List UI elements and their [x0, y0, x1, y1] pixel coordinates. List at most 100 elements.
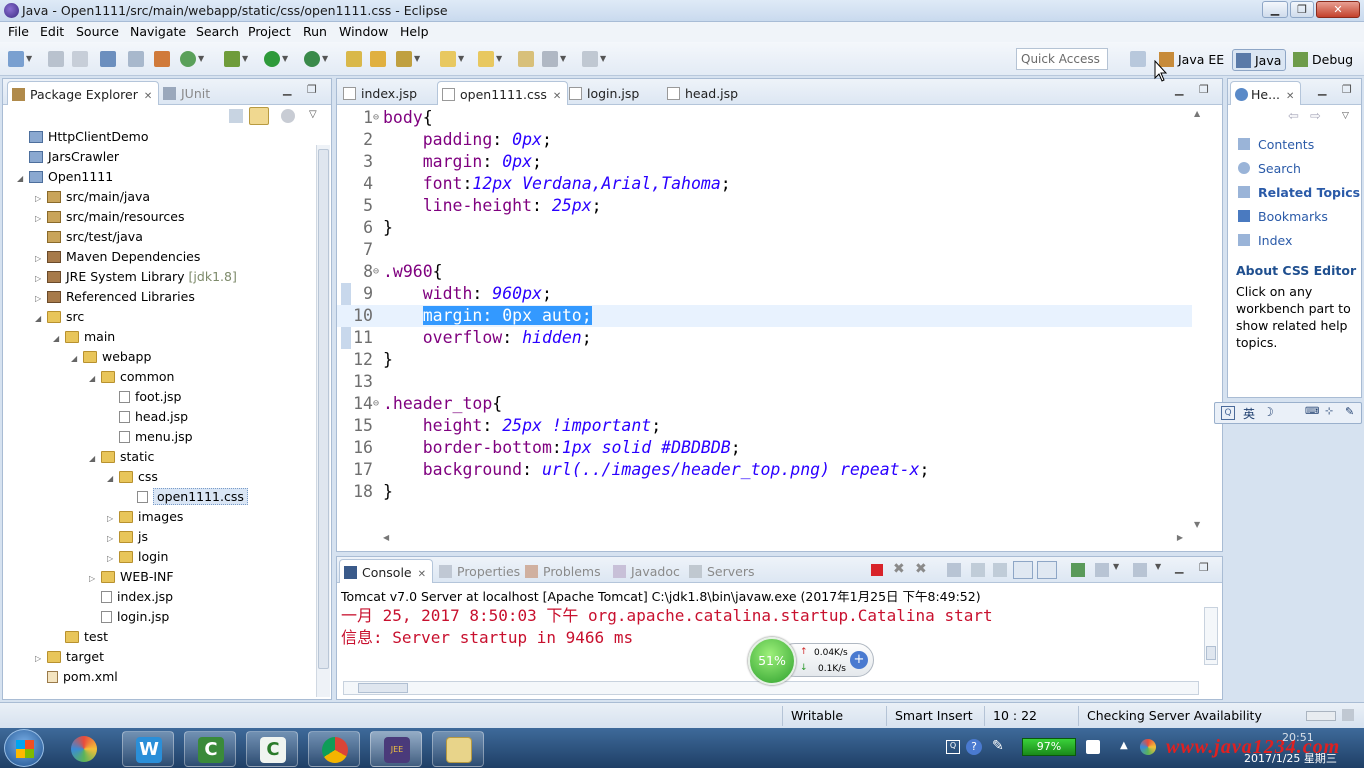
taskbar-app-gallery[interactable] [58, 731, 110, 767]
minimize-view-icon[interactable]: ▁ [283, 83, 291, 96]
horizontal-scrollbar[interactable]: ◀ ▶ [383, 533, 1183, 545]
code-line[interactable]: 3 margin: 0px; [337, 151, 1192, 173]
chevron-down-icon[interactable]: ▼ [560, 51, 570, 67]
view-menu-icon[interactable] [281, 109, 295, 123]
tree-item[interactable]: test [53, 627, 108, 647]
tree-item[interactable]: ▷ Maven Dependencies [35, 247, 200, 267]
tab-head-jsp[interactable]: head.jsp [663, 81, 744, 105]
start-button[interactable] [4, 729, 44, 767]
chevron-down-icon[interactable]: ▼ [414, 51, 424, 67]
back-arrow-icon[interactable]: ⇦ [1288, 109, 1299, 124]
quick-access-input[interactable]: Quick Access [1016, 48, 1108, 70]
minimize-view-icon[interactable]: ▁ [1318, 83, 1326, 96]
code-line[interactable]: 11 overflow: hidden; [337, 327, 1192, 349]
chevron-down-icon[interactable]: ▼ [600, 51, 610, 67]
help-link-search[interactable]: Search [1238, 157, 1360, 181]
code-line[interactable]: 10 margin: 0px auto; [337, 305, 1192, 327]
scroll-down-icon[interactable]: ▼ [1194, 520, 1200, 529]
collapsed-arrow-icon[interactable]: ▷ [35, 209, 47, 229]
tab-javadoc[interactable]: Javadoc [609, 559, 686, 583]
tray-app-icon[interactable] [1140, 739, 1156, 755]
fold-icon[interactable]: ⊖ [373, 261, 379, 283]
scroll-up-icon[interactable]: ▲ [1194, 109, 1200, 118]
chevron-down-icon[interactable]: ▼ [458, 51, 468, 67]
menu-file[interactable]: File [8, 24, 29, 39]
taskbar-app-chrome[interactable] [308, 731, 360, 767]
clear-console-icon[interactable] [947, 563, 961, 577]
pen-tray-icon[interactable]: ✎ [992, 738, 1004, 754]
close-icon[interactable]: ✕ [553, 91, 561, 102]
collapsed-arrow-icon[interactable]: ▷ [35, 289, 47, 309]
open-folder-icon[interactable] [370, 51, 386, 67]
menu-window[interactable]: Window [339, 24, 388, 39]
expanded-arrow-icon[interactable]: ◢ [17, 169, 29, 189]
build-icon[interactable] [154, 51, 170, 67]
code-area[interactable]: 1 ⊖ body{2 padding: 0px; 3 margin: 0px; 4 fo… [337, 107, 1222, 527]
help-link-index[interactable]: Index [1238, 229, 1360, 253]
tab-properties[interactable]: Properties [435, 559, 526, 583]
close-button[interactable]: ✕ [1316, 1, 1360, 18]
chevron-down-icon[interactable]: ▼ [1155, 562, 1161, 571]
plus-icon[interactable]: + [850, 651, 868, 669]
ime-tray-icon[interactable]: Q [946, 740, 960, 754]
code-line[interactable]: 6} [337, 217, 1192, 239]
tree-item[interactable]: menu.jsp [107, 427, 193, 447]
back-icon[interactable] [542, 51, 558, 67]
code-line[interactable]: 12} [337, 349, 1192, 371]
terminate-icon[interactable] [871, 564, 883, 576]
tab-problems[interactable]: Problems [521, 559, 607, 583]
code-line[interactable]: 14 ⊖ .header_top{ [337, 393, 1192, 415]
chevron-down-icon[interactable]: ▼ [242, 51, 252, 67]
fold-icon[interactable]: ⊖ [373, 393, 379, 415]
maximize-editor-icon[interactable]: ❐ [1199, 83, 1209, 96]
network-speed-widget[interactable]: 51% ↑ 0.04K/s ↓ 0.1K/s + [748, 637, 876, 685]
scrollbar-thumb[interactable] [318, 149, 329, 669]
code-line[interactable]: 8 ⊖ .w960{ [337, 261, 1192, 283]
collapsed-arrow-icon[interactable]: ▷ [107, 529, 119, 549]
tree-item[interactable]: head.jsp [107, 407, 188, 427]
menu-edit[interactable]: Edit [40, 24, 64, 39]
tree-item[interactable]: ▷ login [107, 547, 168, 567]
menu-project[interactable]: Project [248, 24, 291, 39]
console-vertical-scrollbar[interactable] [1204, 607, 1218, 665]
remove-launch-icon[interactable]: ✖ [893, 561, 905, 577]
collapsed-arrow-icon[interactable]: ▷ [35, 649, 47, 669]
link-with-editor-icon[interactable] [249, 107, 269, 125]
help-tray-icon[interactable]: ? [966, 739, 982, 755]
tree-item[interactable]: ◢ common [89, 367, 174, 387]
expanded-arrow-icon[interactable]: ◢ [107, 469, 119, 489]
skip-breakpoints-icon[interactable] [128, 51, 144, 67]
close-icon[interactable]: ✕ [1286, 91, 1294, 102]
new-icon[interactable] [8, 51, 24, 67]
open-console-icon[interactable] [1133, 563, 1147, 577]
tree-item[interactable]: ◢ static [89, 447, 154, 467]
console-output[interactable]: 一月 25, 2017 8:50:03 下午 org.apache.catali… [341, 605, 993, 649]
code-line[interactable]: 1 ⊖ body{ [337, 107, 1192, 129]
chevron-down-icon[interactable]: ▽ [309, 109, 317, 120]
help-link-bookmarks[interactable]: Bookmarks [1238, 205, 1360, 229]
expanded-arrow-icon[interactable]: ◢ [71, 349, 83, 369]
tree-item[interactable]: ◢ src [35, 307, 84, 327]
code-line[interactable]: 18} [337, 481, 1192, 503]
collapsed-arrow-icon[interactable]: ▷ [35, 189, 47, 209]
menu-navigate[interactable]: Navigate [130, 24, 186, 39]
tree-item[interactable]: pom.xml [35, 667, 118, 687]
tree-item[interactable]: ▷ WEB-INF [89, 567, 174, 587]
ime-language[interactable]: 英 [1243, 405, 1255, 422]
collapsed-arrow-icon[interactable]: ▷ [107, 509, 119, 529]
last-edit-icon[interactable] [518, 51, 534, 67]
scrollbar-thumb[interactable] [1206, 646, 1216, 660]
help-link-related-topics[interactable]: Related Topics [1238, 181, 1360, 205]
progress-bar[interactable] [1306, 711, 1336, 721]
tab-junit[interactable]: JUnit [159, 81, 216, 105]
collapsed-arrow-icon[interactable]: ▷ [35, 269, 47, 289]
pen-icon[interactable] [396, 51, 412, 67]
chevron-down-icon[interactable]: ▽ [1342, 111, 1349, 121]
power-plug-icon[interactable] [1086, 740, 1100, 754]
run-external-icon[interactable] [304, 51, 320, 67]
close-icon[interactable]: ✕ [144, 91, 152, 102]
chevron-down-icon[interactable]: ▼ [1113, 562, 1119, 571]
collapsed-arrow-icon[interactable]: ▷ [89, 569, 101, 589]
tab-servers[interactable]: Servers [685, 559, 761, 583]
progress-view-icon[interactable] [1342, 709, 1354, 721]
